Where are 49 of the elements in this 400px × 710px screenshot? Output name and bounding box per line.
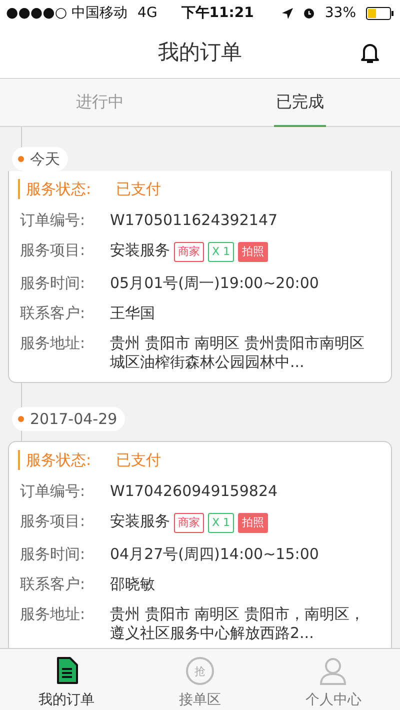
tab[interactable]: 已完成	[274, 79, 326, 127]
alarm-icon	[302, 7, 315, 19]
tag: 拍照	[238, 513, 268, 533]
battery-text: 33%	[324, 5, 356, 21]
field-value: 安装服务	[110, 242, 170, 261]
status-value: 已支付	[116, 179, 161, 199]
date-pill: 2017-04-29	[12, 407, 126, 431]
grab-icon: 抢	[186, 657, 214, 685]
network-text: 4G	[138, 5, 158, 21]
battery-icon	[366, 6, 394, 20]
person-icon	[319, 657, 348, 685]
field-value: 邵晓敏	[110, 576, 155, 593]
order-card[interactable]: 服务状态: 已支付 订单编号: W1705011624392147 服务项目: 安装服务 商家 X 1 拍照 服务时间: 05月01号(周一)19:00~20:00 联系客户: 王华国 服务地址: 贵州 贵阳市 南明区 贵州贵阳市南明区城区油榨街森林公园园林中...	[8, 171, 392, 383]
page-title: 我的订单	[158, 39, 242, 66]
nav-tab[interactable]: 抢 接单区	[133, 649, 267, 710]
field-label: 订单编号:	[19, 483, 86, 500]
carrier-text: ●●●●○ 中国移动	[6, 4, 128, 22]
field-label: 服务状态:	[25, 450, 92, 470]
location-icon	[282, 8, 293, 18]
field-value: 王华国	[110, 305, 155, 322]
field-label: 服务时间:	[19, 275, 86, 292]
field-label: 联系客户:	[19, 305, 86, 322]
field-value: 04月27号(周四)14:00~15:00	[110, 546, 319, 563]
field-value: 贵州 贵阳市 南明区 贵阳市，南明区，遵义社区服务中心解放西路2...	[110, 605, 366, 643]
clock-text: 下午11:21	[181, 4, 254, 22]
field-value: 贵州 贵阳市 南明区 贵州贵阳市南明区城区油榨街森林公园园林中...	[110, 334, 366, 372]
order-card[interactable]: 服务状态: 已支付 订单编号: W1704260949159824 服务项目: 安装服务 商家 X 1 拍照 服务时间: 04月27号(周四)14:00~15:00 联系客户: 邵晓敏 服务地址: 贵州 贵阳市 南明区 贵阳市，南明区，遵义社区服务中心解放西路2...	[8, 441, 392, 648]
status-value: 已支付	[116, 450, 161, 470]
field-label: 服务时间:	[19, 546, 86, 563]
date-pill: 今天	[12, 147, 68, 171]
field-label: 服务项目:	[19, 242, 86, 261]
tag: X 1	[208, 513, 234, 533]
field-value: 安装服务	[110, 513, 170, 532]
field-label: 订单编号:	[19, 212, 86, 229]
field-label: 服务项目:	[19, 513, 86, 532]
field-label: 服务状态:	[25, 179, 92, 199]
tag: 拍照	[238, 242, 268, 262]
bell-icon[interactable]	[360, 42, 380, 64]
field-value: 05月01号(周一)19:00~20:00	[110, 275, 319, 292]
field-label: 服务地址:	[19, 335, 86, 354]
nav-tab[interactable]: 我的订单	[0, 649, 134, 710]
field-label: 服务地址:	[19, 606, 86, 625]
field-value: W1704260949159824	[110, 483, 278, 500]
tag: 商家	[174, 513, 204, 533]
tag: 商家	[174, 242, 204, 262]
field-value: W1705011624392147	[110, 212, 278, 229]
tag: X 1	[208, 242, 234, 262]
field-label: 联系客户:	[19, 576, 86, 593]
nav-tab[interactable]: 个人中心	[266, 649, 400, 710]
